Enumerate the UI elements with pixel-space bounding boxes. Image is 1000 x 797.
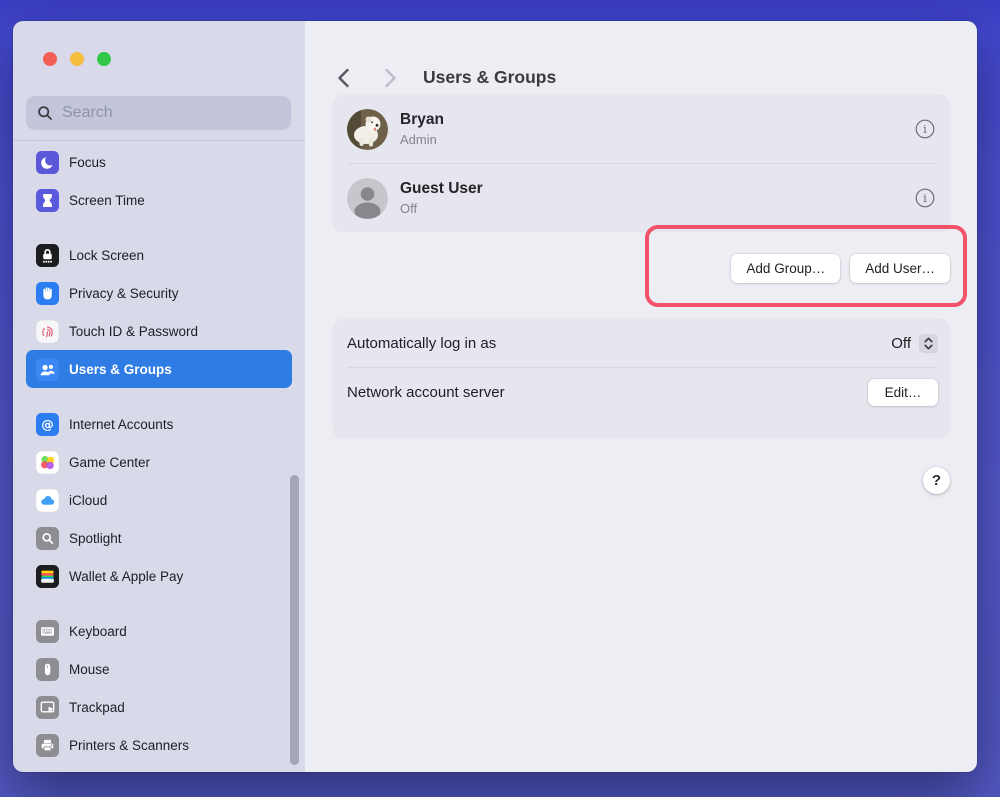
- sidebar-item-label: Focus: [69, 155, 106, 170]
- close-button[interactable]: [43, 52, 57, 66]
- keyboard-icon: [36, 620, 59, 643]
- setting-row-network-account-server: Network account serverEdit…: [333, 368, 950, 416]
- setting-label: Network account server: [347, 384, 868, 401]
- sidebar-item-screen-time[interactable]: Screen Time: [26, 181, 292, 219]
- sidebar-item-users-groups[interactable]: Users & Groups: [26, 350, 292, 388]
- sidebar-item-privacy-security[interactable]: Privacy & Security: [26, 274, 292, 312]
- sidebar-item-label: Trackpad: [69, 700, 125, 715]
- svg-text:i: i: [923, 191, 927, 205]
- sidebar-item-keyboard[interactable]: Keyboard: [26, 612, 292, 650]
- trackpad-icon: [36, 696, 59, 719]
- help-button[interactable]: ?: [923, 467, 950, 494]
- sidebar-item-game-center[interactable]: Game Center: [26, 443, 292, 481]
- spotlight-icon: [36, 527, 59, 550]
- login-settings-card: Automatically log in asOff Network accou…: [333, 319, 950, 438]
- sidebar-nav: Focus Screen Time Lock Screen Privacy & Sec…: [26, 143, 292, 764]
- forward-button[interactable]: [381, 67, 399, 89]
- svg-text:i: i: [923, 122, 927, 136]
- sidebar-item-label: Screen Time: [69, 193, 145, 208]
- info-button[interactable]: i: [915, 119, 935, 139]
- main-content: Bryan Admin i Guest User Off i Add Group… …: [333, 95, 950, 772]
- desktop: { "window_kind": "macOS System Settings"…: [0, 0, 1000, 797]
- sidebar-item-label: iCloud: [69, 493, 107, 508]
- sidebar-scrollbar[interactable]: [290, 475, 299, 765]
- printers-scanners-icon: [36, 734, 59, 757]
- sidebar-item-trackpad[interactable]: Trackpad: [26, 688, 292, 726]
- sidebar-item-icloud[interactable]: iCloud: [26, 481, 292, 519]
- sidebar-item-printers-scanners[interactable]: Printers & Scanners: [26, 726, 292, 764]
- autologin-stepper[interactable]: [919, 334, 938, 353]
- sidebar-divider: [13, 140, 305, 141]
- autologin-value: Off: [891, 335, 911, 352]
- search-input[interactable]: [26, 96, 291, 130]
- user-name: Bryan: [400, 111, 903, 129]
- sidebar-item-focus[interactable]: Focus: [26, 143, 292, 181]
- user-status: Admin: [400, 132, 903, 147]
- screen-time-icon: [36, 189, 59, 212]
- icloud-icon: [36, 489, 59, 512]
- sidebar-item-label: Wallet & Apple Pay: [69, 569, 183, 584]
- wallet-apple-pay-icon: [36, 565, 59, 588]
- help-row: ?: [333, 467, 950, 494]
- sidebar-item-label: Game Center: [69, 455, 150, 470]
- privacy-security-icon: [36, 282, 59, 305]
- zoom-button[interactable]: [97, 52, 111, 66]
- sidebar-item-mouse[interactable]: Mouse: [26, 650, 292, 688]
- internet-accounts-icon: @: [36, 413, 59, 436]
- add-user-button[interactable]: Add User…: [850, 254, 950, 283]
- setting-row-automatically-log-in-as: Automatically log in asOff: [333, 319, 950, 367]
- sidebar-item-internet-accounts[interactable]: @ Internet Accounts: [26, 405, 292, 443]
- sidebar-item-label: Lock Screen: [69, 248, 144, 263]
- sidebar-item-touch-id-password[interactable]: Touch ID & Password: [26, 312, 292, 350]
- user-actions: Add Group… Add User…: [333, 254, 950, 283]
- user-row-guest-user[interactable]: Guest User Off i: [333, 164, 950, 232]
- add-group-button[interactable]: Add Group…: [731, 254, 840, 283]
- guest-avatar-icon: [347, 178, 388, 219]
- system-settings-window: Focus Screen Time Lock Screen Privacy & Sec…: [13, 21, 977, 772]
- svg-text:@: @: [41, 416, 54, 431]
- user-status: Off: [400, 201, 903, 216]
- game-center-icon: [36, 451, 59, 474]
- sidebar-item-wallet-apple-pay[interactable]: Wallet & Apple Pay: [26, 557, 292, 595]
- setting-label: Automatically log in as: [347, 335, 891, 352]
- users-groups-icon: [36, 358, 59, 381]
- sidebar-item-label: Internet Accounts: [69, 417, 173, 432]
- info-button[interactable]: i: [915, 188, 935, 208]
- sidebar-item-label: Privacy & Security: [69, 286, 179, 301]
- user-name: Guest User: [400, 180, 903, 198]
- sidebar-item-spotlight[interactable]: Spotlight: [26, 519, 292, 557]
- sidebar-item-label: Spotlight: [69, 531, 122, 546]
- sidebar-item-lock-screen[interactable]: Lock Screen: [26, 236, 292, 274]
- touch-id-password-icon: [36, 320, 59, 343]
- sidebar: Focus Screen Time Lock Screen Privacy & Sec…: [13, 21, 305, 772]
- sidebar-item-label: Keyboard: [69, 624, 127, 639]
- main-pane: Users & Groups Bryan Admin i: [305, 21, 977, 772]
- traffic-lights: [43, 52, 111, 66]
- back-button[interactable]: [335, 67, 353, 89]
- page-title: Users & Groups: [423, 67, 556, 88]
- sidebar-item-label: Users & Groups: [69, 362, 172, 377]
- edit-network-server-button[interactable]: Edit…: [868, 379, 938, 406]
- users-card: Bryan Admin i Guest User Off i: [333, 95, 950, 232]
- minimize-button[interactable]: [70, 52, 84, 66]
- user-row-bryan[interactable]: Bryan Admin i: [333, 95, 950, 163]
- focus-icon: [36, 151, 59, 174]
- user-avatar: [347, 109, 388, 150]
- mouse-icon: [36, 658, 59, 681]
- sidebar-item-label: Mouse: [69, 662, 110, 677]
- lock-screen-icon: [36, 244, 59, 267]
- sidebar-item-label: Printers & Scanners: [69, 738, 189, 753]
- sidebar-item-label: Touch ID & Password: [69, 324, 198, 339]
